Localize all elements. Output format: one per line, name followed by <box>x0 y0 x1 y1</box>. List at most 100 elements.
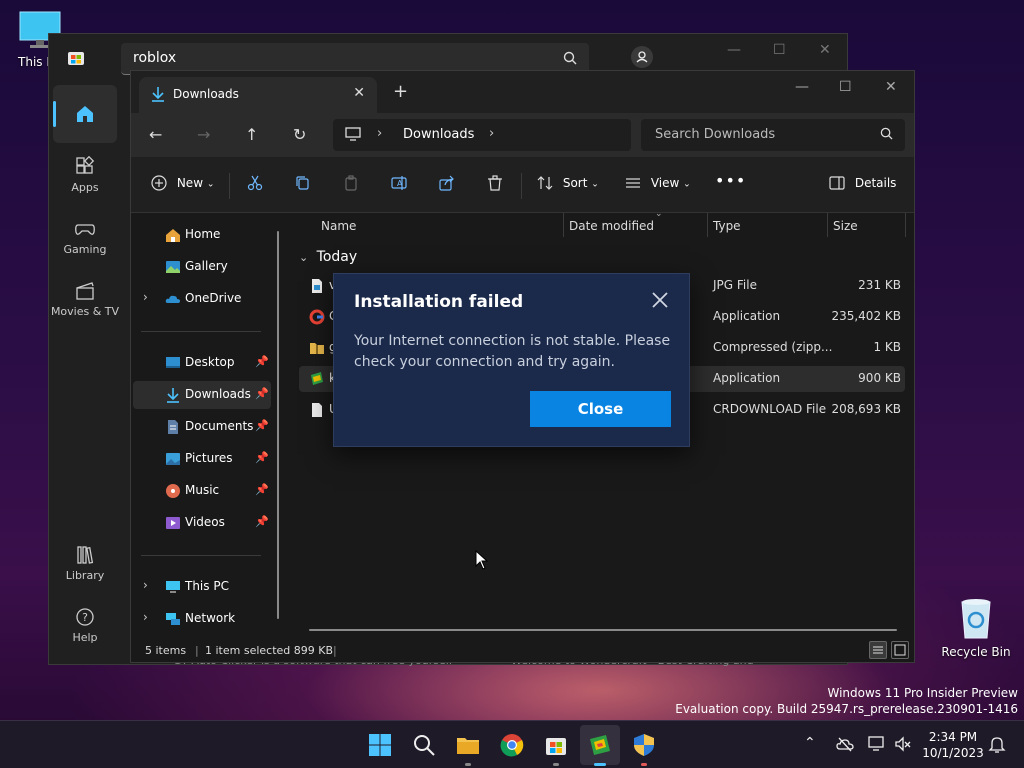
store-nav-gaming-label: Gaming <box>63 243 107 256</box>
chevron-up-icon[interactable]: ⌃ <box>804 735 822 753</box>
running-indicator <box>465 763 471 766</box>
explorer-minimize-button[interactable]: — <box>795 79 809 95</box>
forward-button[interactable]: → <box>197 125 210 144</box>
store-nav-help[interactable]: ? Help <box>49 606 121 644</box>
nav-downloads[interactable]: Downloads 📌 <box>133 381 271 409</box>
user-icon <box>636 51 648 63</box>
mouse-cursor-icon <box>475 550 489 570</box>
delete-button[interactable] <box>487 175 503 191</box>
column-header-name[interactable]: Name <box>321 219 356 233</box>
column-header-date[interactable]: Date modified <box>569 219 654 233</box>
divider <box>827 213 828 237</box>
pin-icon[interactable]: 📌 <box>255 515 269 528</box>
pin-icon[interactable]: 📌 <box>255 387 269 400</box>
new-tab-button[interactable]: + <box>393 81 408 102</box>
store-nav-library[interactable]: Library <box>49 544 121 582</box>
installation-failed-dialog: Installation failed Your Internet connec… <box>333 273 690 447</box>
cut-button[interactable] <box>247 175 263 191</box>
shield-icon[interactable] <box>632 733 656 757</box>
download-icon <box>152 87 164 102</box>
paste-button[interactable] <box>343 175 359 191</box>
file-explorer-icon[interactable] <box>456 733 480 757</box>
back-button[interactable]: ← <box>149 125 162 144</box>
store-maximize-button[interactable]: ☐ <box>773 42 786 58</box>
new-button[interactable]: New ⌄ <box>151 175 214 191</box>
nav-music[interactable]: Music 📌 <box>133 477 271 505</box>
share-icon <box>439 175 454 191</box>
document-icon <box>168 420 178 434</box>
sort-button[interactable]: Sort ⌄ <box>537 175 599 191</box>
nav-home[interactable]: Home <box>133 221 271 249</box>
store-nav-home[interactable] <box>53 85 117 143</box>
nav-videos[interactable]: Videos 📌 <box>133 509 271 537</box>
refresh-button[interactable]: ↻ <box>293 125 306 144</box>
nav-pictures-label: Pictures <box>185 451 233 465</box>
details-view-button[interactable] <box>869 641 887 659</box>
recycle-bin-desktop-icon[interactable]: Recycle Bin <box>940 596 1012 659</box>
store-close-button[interactable]: ✕ <box>819 42 831 58</box>
search-downloads-input[interactable]: Search Downloads <box>641 119 905 151</box>
nav-network[interactable]: › Network <box>133 605 271 633</box>
copy-button[interactable] <box>295 175 311 191</box>
store-minimize-button[interactable]: — <box>727 42 741 58</box>
pin-icon[interactable]: 📌 <box>255 419 269 432</box>
bell-icon[interactable] <box>988 735 1006 753</box>
share-button[interactable] <box>439 175 455 191</box>
chevron-right-icon[interactable]: › <box>143 578 148 592</box>
close-button[interactable]: Close <box>530 391 671 427</box>
chevron-right-icon[interactable]: › <box>143 610 148 624</box>
network-monitor-icon[interactable] <box>868 735 886 753</box>
nav-scrollbar[interactable] <box>277 231 279 619</box>
search-icon[interactable] <box>412 733 436 757</box>
file-type: Application <box>713 371 781 385</box>
column-header-size[interactable]: Size <box>833 219 858 233</box>
store-nav-apps[interactable]: Apps <box>49 155 121 194</box>
nav-desktop[interactable]: Desktop 📌 <box>133 349 271 377</box>
explorer-close-button[interactable]: ✕ <box>885 79 897 95</box>
nav-pictures[interactable]: Pictures 📌 <box>133 445 271 473</box>
volume-muted-icon[interactable] <box>894 735 912 753</box>
details-button[interactable]: Details <box>829 175 896 191</box>
new-label: New <box>176 175 204 190</box>
search-icon[interactable] <box>563 51 577 65</box>
sort-icon <box>537 176 553 190</box>
store-nav-gaming[interactable]: Gaming <box>49 218 121 256</box>
rename-button[interactable]: A <box>391 175 407 191</box>
group-header-today[interactable]: ⌄ Today <box>299 249 357 265</box>
tab-downloads[interactable]: Downloads ✕ <box>139 77 377 113</box>
nav-documents[interactable]: Documents 📌 <box>133 413 271 441</box>
explorer-maximize-button[interactable]: ☐ <box>839 79 852 95</box>
store-icon[interactable] <box>544 733 568 757</box>
nav-onedrive-label: OneDrive <box>185 291 242 305</box>
network-icon <box>166 613 180 625</box>
gallery-icon <box>166 261 180 273</box>
tab-close-icon[interactable]: ✕ <box>353 85 365 101</box>
system-clock[interactable]: 2:34 PM 10/1/2023 <box>920 729 986 761</box>
chrome-icon[interactable] <box>500 733 524 757</box>
nav-onedrive[interactable]: › OneDrive <box>133 285 271 313</box>
breadcrumb-downloads[interactable]: Downloads <box>403 127 474 142</box>
chevron-right-icon[interactable]: › <box>489 126 494 141</box>
cloud-offline-icon[interactable] <box>836 735 854 753</box>
tiles-view-button[interactable] <box>891 641 909 659</box>
address-bar[interactable]: › Downloads › <box>333 119 631 151</box>
view-button[interactable]: View ⌄ <box>625 175 691 191</box>
account-button[interactable] <box>631 46 653 68</box>
column-header-type[interactable]: Type <box>713 219 741 233</box>
start-icon[interactable] <box>368 733 392 757</box>
clipboard-icon <box>345 175 357 191</box>
store-nav-movies[interactable]: Movies & TV <box>49 280 121 318</box>
pin-icon[interactable]: 📌 <box>255 483 269 496</box>
taskbar-active-app[interactable] <box>580 725 620 765</box>
pin-icon[interactable]: 📌 <box>255 451 269 464</box>
up-button[interactable]: ↑ <box>245 125 258 144</box>
chevron-right-icon[interactable]: › <box>143 290 148 304</box>
chevron-right-icon[interactable]: › <box>377 126 382 141</box>
close-icon[interactable] <box>650 290 670 310</box>
nav-this-pc[interactable]: › This PC <box>133 573 271 601</box>
nav-gallery[interactable]: Gallery <box>133 253 271 281</box>
horizontal-scrollbar[interactable] <box>309 629 897 631</box>
running-indicator <box>641 763 647 766</box>
pin-icon[interactable]: 📌 <box>255 355 269 368</box>
more-options-button[interactable]: ••• <box>715 171 746 190</box>
